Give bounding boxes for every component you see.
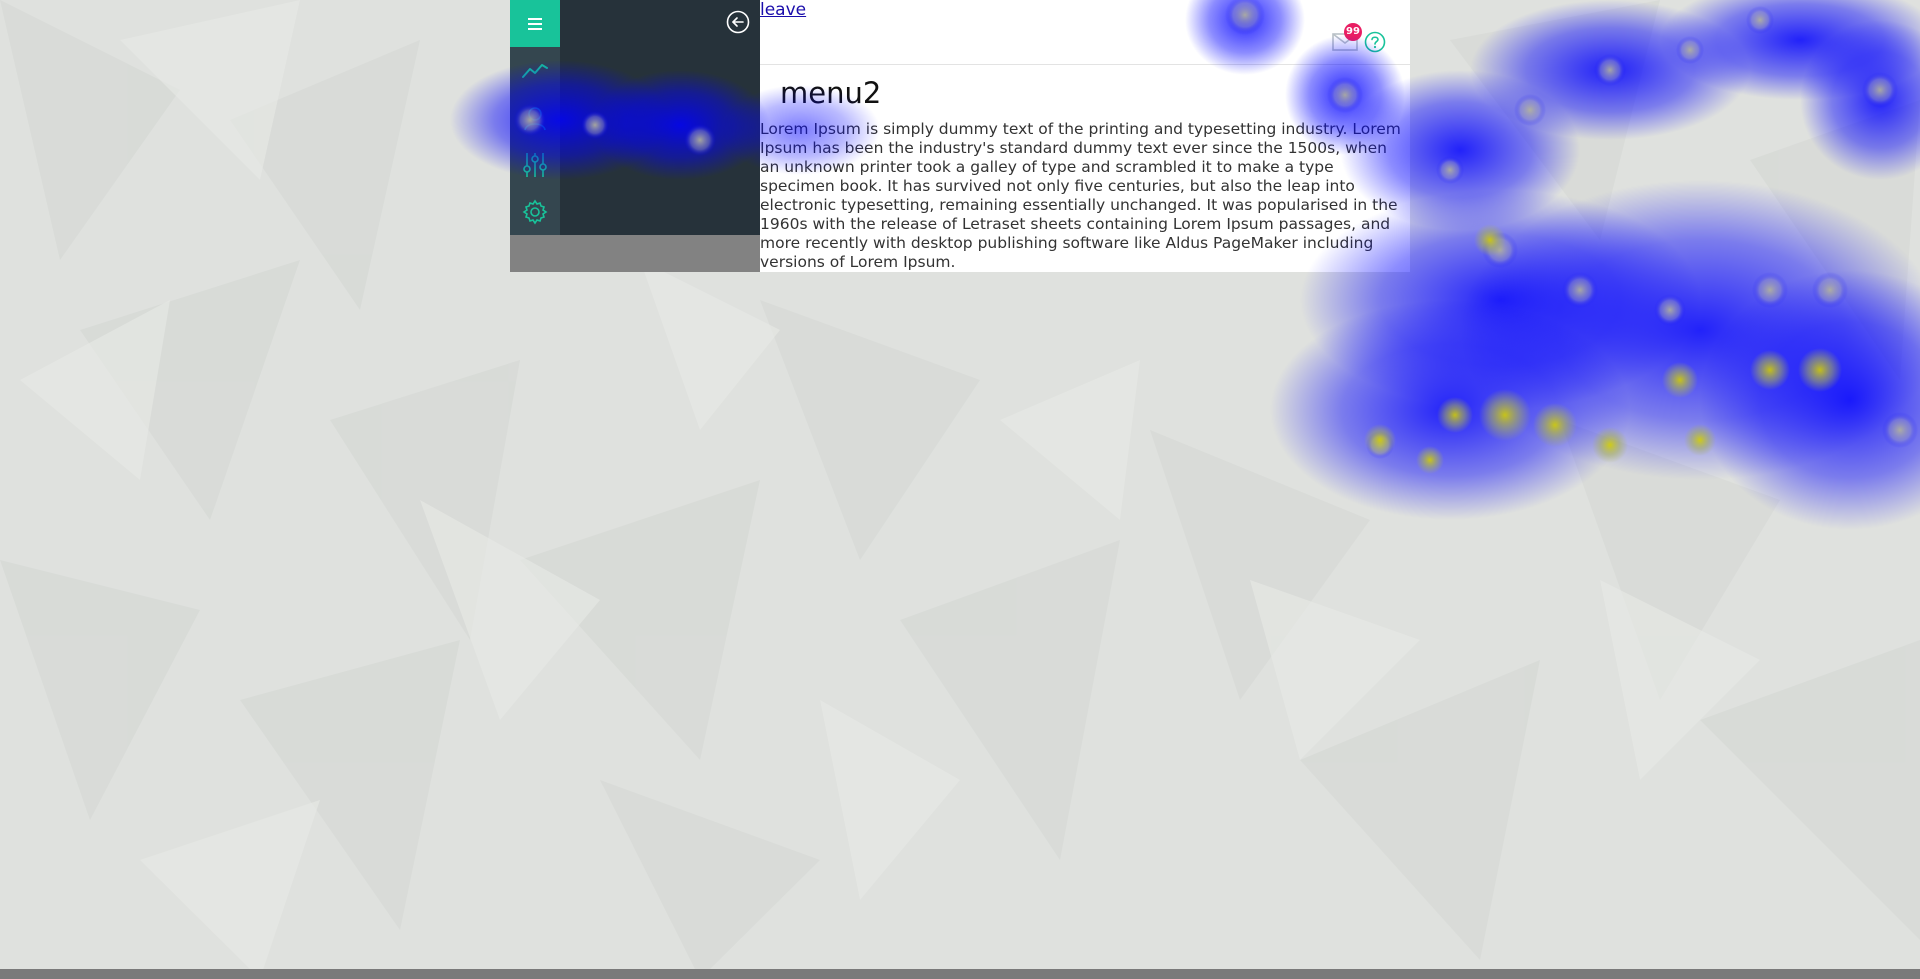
leave-link[interactable]: leave: [760, 0, 806, 20]
menu-toggle-button[interactable]: [510, 0, 560, 47]
hamburger-icon: [528, 17, 542, 30]
trending-chart-icon: [522, 63, 548, 78]
help-icon[interactable]: [1364, 31, 1386, 53]
sidebar-item-adjustments[interactable]: [510, 141, 560, 188]
sidebar-item-profile[interactable]: [510, 94, 560, 141]
notification-badge: 99: [1344, 23, 1362, 41]
main-panel: leave 99 menu2 Lorem Ipsum is simply dum…: [760, 0, 1410, 272]
arrow-left-circle-icon[interactable]: [726, 10, 750, 34]
top-bar: leave 99: [760, 0, 1410, 65]
sidebar-footer: [510, 235, 760, 272]
messages-button[interactable]: 99: [1332, 23, 1362, 52]
sliders-icon: [523, 152, 547, 177]
bottom-bar: [0, 969, 1920, 979]
body-text: Lorem Ipsum is simply dummy text of the …: [760, 120, 1401, 271]
page-title: menu2: [780, 76, 882, 110]
icon-rail: [510, 0, 760, 272]
side-panel: [560, 0, 760, 235]
user-profile-icon: [524, 106, 546, 130]
gear-icon: [522, 199, 548, 224]
sidebar-item-analytics[interactable]: [510, 47, 560, 94]
sidebar-item-settings[interactable]: [510, 188, 560, 235]
